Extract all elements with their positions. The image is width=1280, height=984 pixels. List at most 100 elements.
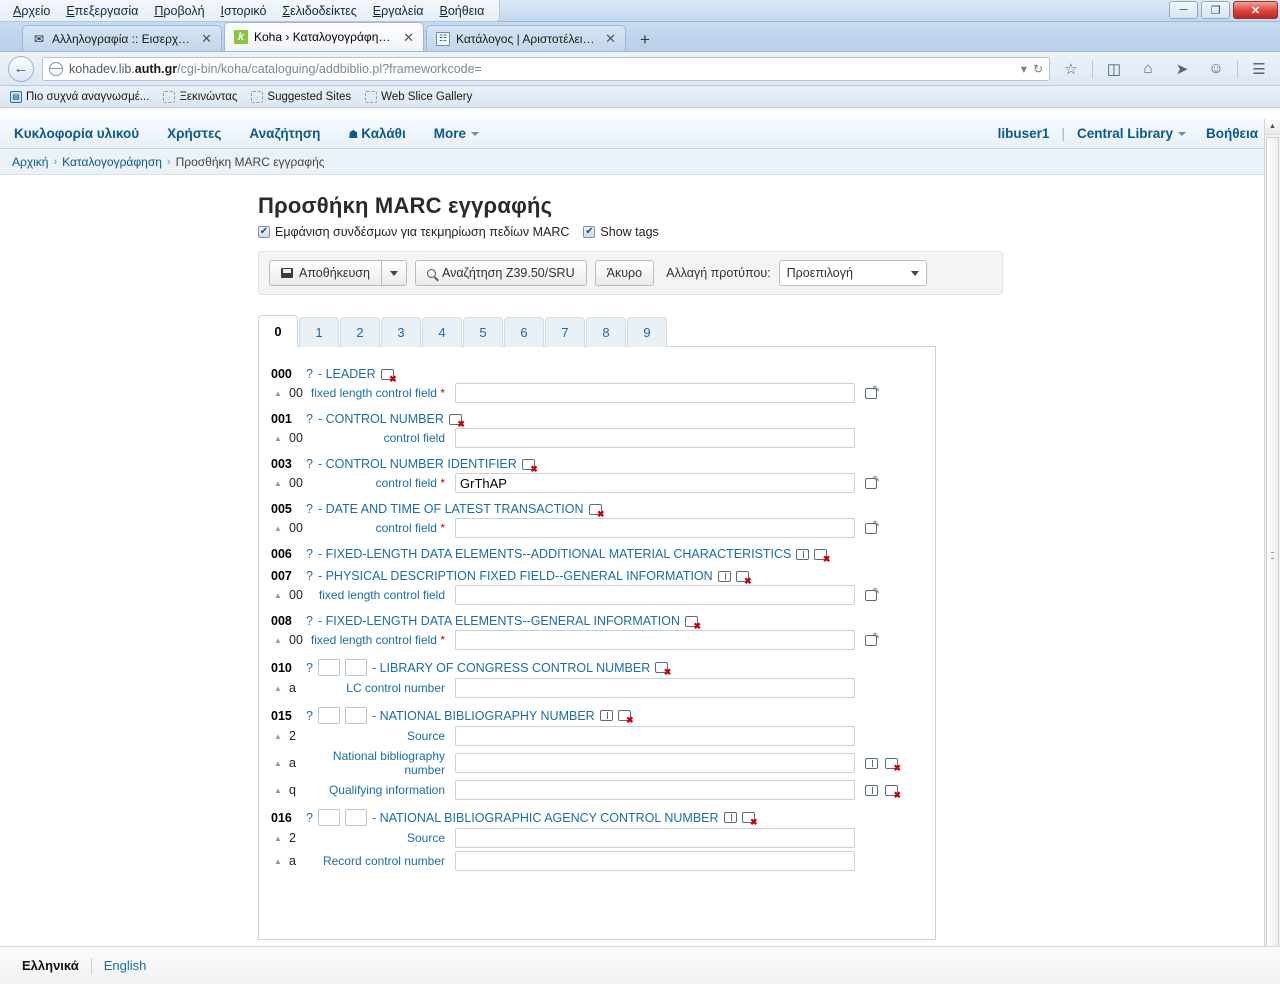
delete-icon[interactable] <box>735 570 752 586</box>
nav-help[interactable]: Βοήθεια <box>1196 126 1268 141</box>
collapse-icon[interactable]: ▲ <box>271 479 285 488</box>
nav-item-καλάθι[interactable]: ☗ Καλάθι <box>334 126 419 141</box>
menu-item-6[interactable]: Βοήθεια <box>433 2 492 20</box>
close-tab-icon[interactable]: ✕ <box>603 32 616 45</box>
reader-list-icon[interactable]: ◫ <box>1101 57 1127 81</box>
url-bar[interactable]: kohadev.lib.auth.gr/cgi-bin/koha/catalog… <box>42 56 1050 81</box>
framework-select[interactable]: Προεπιλογή <box>778 260 927 286</box>
scroll-up-button[interactable]: ▲ <box>1265 119 1280 135</box>
collapse-icon[interactable]: ▲ <box>271 636 285 645</box>
cancel-button[interactable]: Άκυρο <box>594 260 655 286</box>
collapse-icon[interactable]: ▲ <box>271 857 285 866</box>
clone-icon[interactable] <box>599 710 613 721</box>
menu-item-0[interactable]: Αρχείο <box>6 2 57 20</box>
marc-doc-link[interactable]: ? <box>306 412 313 426</box>
clone-icon[interactable] <box>717 570 731 582</box>
subfield-input[interactable] <box>455 780 855 800</box>
clone-icon[interactable] <box>865 757 878 769</box>
indicator-2-input[interactable] <box>344 659 367 676</box>
collapse-icon[interactable]: ▲ <box>271 684 285 693</box>
nav-item-more[interactable]: More <box>420 126 493 141</box>
edit-icon[interactable] <box>865 586 880 601</box>
clone-icon[interactable] <box>723 812 737 823</box>
minimize-button[interactable]: ─ <box>1169 1 1198 19</box>
restore-button[interactable]: ❐ <box>1201 1 1230 19</box>
bookmark-item-2[interactable]: Suggested Sites <box>251 90 351 103</box>
save-dropdown-button[interactable] <box>380 260 407 286</box>
display-option-1[interactable]: ✔ Show tags <box>583 225 659 239</box>
marc-tab-6[interactable]: 6 <box>504 317 544 347</box>
delete-icon[interactable] <box>521 458 538 474</box>
subfield-input[interactable] <box>455 585 855 605</box>
delete-icon[interactable] <box>814 548 830 564</box>
send-icon[interactable]: ➤ <box>1169 57 1195 81</box>
bookmark-item-1[interactable]: Ξεκινώντας <box>163 90 237 103</box>
marc-tab-7[interactable]: 7 <box>545 317 585 347</box>
browser-tab-1[interactable]: k Koha › Καταλογογράφηση ... ✕ <box>224 22 424 51</box>
page-scrollbar[interactable]: ▲ <box>1264 119 1280 984</box>
nav-item-κυκλοφορία-υλικού[interactable]: Κυκλοφορία υλικού <box>14 126 153 141</box>
language-english-link[interactable]: English <box>104 958 147 973</box>
close-tab-icon[interactable]: ✕ <box>199 32 212 45</box>
delete-icon[interactable] <box>380 368 397 384</box>
edit-icon[interactable] <box>865 631 880 646</box>
collapse-icon[interactable]: ▲ <box>271 434 285 443</box>
indicator-1-input[interactable] <box>317 707 340 724</box>
reload-icon[interactable]: ↻ <box>1033 62 1043 76</box>
collapse-icon[interactable]: ▲ <box>271 591 285 600</box>
delete-icon[interactable] <box>617 710 634 725</box>
close-tab-icon[interactable]: ✕ <box>401 31 414 44</box>
marc-doc-link[interactable]: ? <box>306 547 313 561</box>
edit-icon[interactable] <box>865 384 880 399</box>
breadcrumb-item-0[interactable]: Αρχική <box>12 155 48 169</box>
nav-user[interactable]: libuser1 <box>988 126 1060 141</box>
marc-tab-3[interactable]: 3 <box>381 317 421 347</box>
scrollbar-thumb[interactable] <box>1266 137 1279 967</box>
marc-tab-1[interactable]: 1 <box>299 317 339 347</box>
subfield-input[interactable] <box>455 383 855 403</box>
marc-tab-5[interactable]: 5 <box>463 317 503 347</box>
delete-icon[interactable] <box>655 662 671 677</box>
marc-doc-link[interactable]: ? <box>306 614 313 628</box>
subfield-input[interactable] <box>455 630 855 650</box>
close-button[interactable]: ✕ <box>1233 1 1278 19</box>
browser-tab-0[interactable]: ✉ Αλληλογραφία :: Εισερχόμ... ✕ <box>22 25 222 51</box>
marc-doc-link[interactable]: ? <box>306 569 313 583</box>
collapse-icon[interactable]: ▲ <box>271 759 285 768</box>
breadcrumb-item-1[interactable]: Καταλογογράφηση <box>62 155 162 169</box>
delete-icon[interactable] <box>588 503 605 519</box>
marc-tab-8[interactable]: 8 <box>586 317 626 347</box>
delete-icon[interactable] <box>885 757 901 773</box>
marc-doc-link[interactable]: ? <box>306 709 313 723</box>
menu-item-1[interactable]: Επεξεργασία <box>59 2 145 20</box>
edit-icon[interactable] <box>865 519 880 534</box>
nav-branch[interactable]: Central Library <box>1067 126 1196 141</box>
clone-icon[interactable] <box>796 548 810 560</box>
bookmark-item-0[interactable]: ▤ Πιο συχνά αναγνωσμέ... <box>10 90 149 103</box>
subfield-input[interactable] <box>455 518 855 538</box>
subfield-input[interactable] <box>455 678 855 698</box>
menu-item-2[interactable]: Προβολή <box>147 2 211 20</box>
subfield-input[interactable] <box>455 753 855 773</box>
marc-tab-9[interactable]: 9 <box>627 317 667 347</box>
collapse-icon[interactable]: ▲ <box>271 389 285 398</box>
subfield-input[interactable] <box>455 473 855 493</box>
chat-icon[interactable]: ☺ <box>1203 57 1229 81</box>
edit-icon[interactable] <box>865 474 880 489</box>
subfield-input[interactable] <box>455 428 855 448</box>
bookmark-star-icon[interactable]: ☆ <box>1058 57 1084 81</box>
subfield-input[interactable] <box>455 828 855 848</box>
new-tab-button[interactable]: + <box>632 29 658 51</box>
bookmark-item-3[interactable]: Web Slice Gallery <box>365 90 472 103</box>
delete-icon[interactable] <box>448 413 465 429</box>
back-button[interactable]: ← <box>8 55 34 82</box>
display-option-0[interactable]: ✔ Εμφάνιση συνδέσμων για τεκμηρίωση πεδίω… <box>258 225 569 239</box>
marc-doc-link[interactable]: ? <box>306 661 313 675</box>
marc-doc-link[interactable]: ? <box>306 502 313 516</box>
indicator-2-input[interactable] <box>344 707 367 724</box>
delete-icon[interactable] <box>685 615 701 631</box>
clone-icon[interactable] <box>865 784 878 796</box>
subfield-input[interactable] <box>455 726 855 746</box>
menu-item-4[interactable]: Σελιδοδείκτες <box>275 2 363 20</box>
marc-tab-0[interactable]: 0 <box>258 315 298 347</box>
